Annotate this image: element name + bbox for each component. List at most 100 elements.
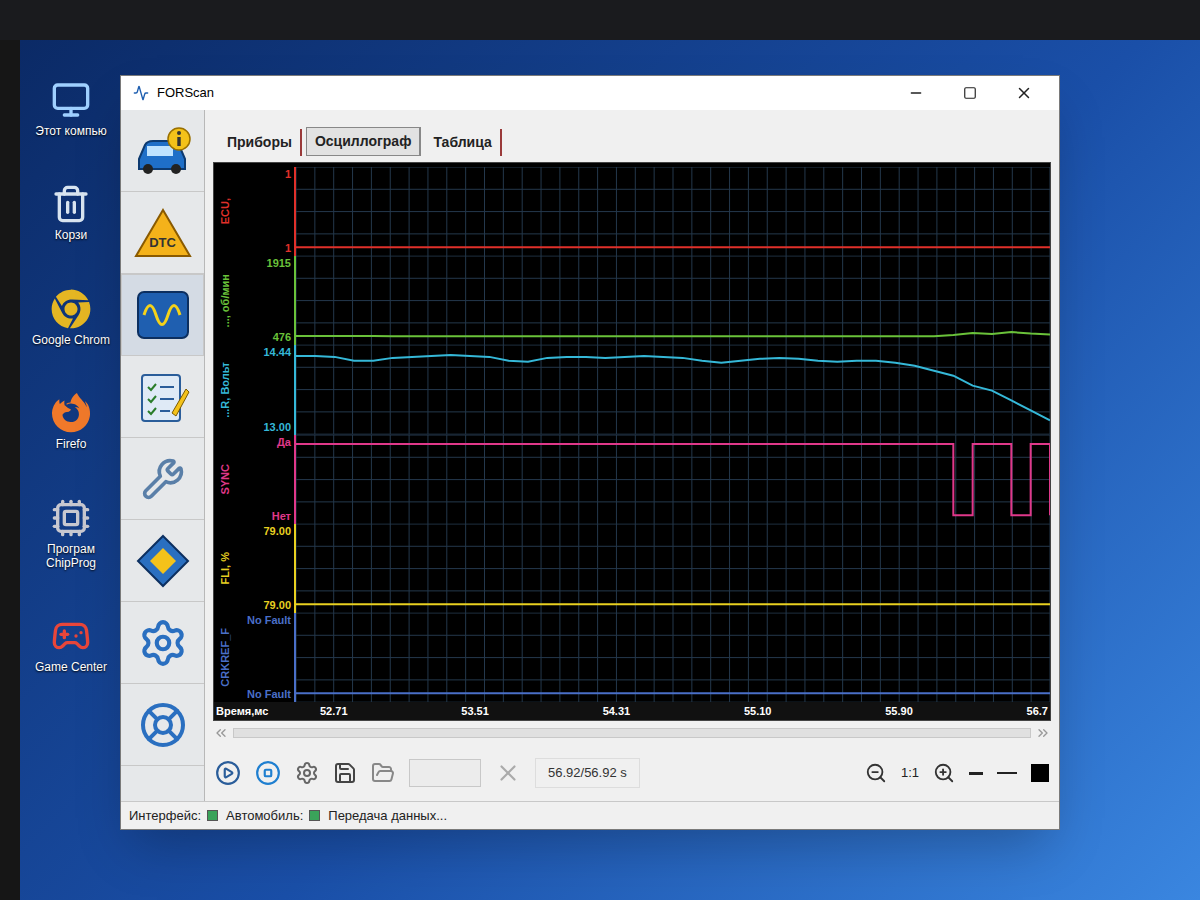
sidebar-item[interactable]	[121, 356, 204, 438]
open-icon[interactable]	[371, 761, 395, 785]
scrollbar[interactable]	[213, 721, 1051, 745]
channel-plot	[296, 167, 1050, 256]
toolbar: 56.92/56.92 s 1:1	[205, 745, 1059, 801]
laptop-bezel	[0, 0, 1200, 40]
desktop-icon-label: Програм ChipProg	[28, 542, 114, 571]
app-icon	[133, 85, 149, 101]
tab[interactable]: Осциллограф	[306, 127, 421, 156]
axis-max-label: 1915	[267, 258, 291, 269]
save-icon[interactable]	[333, 761, 357, 785]
axis-max-label: 14.44	[263, 347, 291, 358]
sidebar-item[interactable]	[121, 520, 204, 602]
desktop-icon[interactable]: Корзи	[26, 180, 116, 246]
channel-name: ECU,	[217, 198, 234, 224]
sidebar-item[interactable]	[121, 602, 204, 684]
close-icon	[1015, 84, 1033, 102]
close-button[interactable]	[1001, 78, 1047, 108]
oscilloscope-icon	[136, 290, 190, 340]
sidebar-item[interactable]	[121, 110, 204, 192]
chart-channel: ...R, Вольт14.4413.00	[214, 345, 1050, 434]
desktop-icon[interactable]: Этот компью	[26, 76, 116, 142]
desktop-icon[interactable]: Google Chrom	[26, 285, 116, 351]
desktop: Этот компью Корзи Google Chrom Firefo Програ…	[20, 40, 1200, 900]
time-tick: 55.10	[744, 703, 772, 720]
status-label: Автомобиль:	[226, 806, 303, 826]
axis-min-label: 1	[285, 243, 291, 254]
axis-max-label: 79.00	[263, 526, 291, 537]
status-label: Интерфейс:	[129, 806, 201, 826]
channel-line	[296, 332, 1050, 336]
tab[interactable]: Таблица	[425, 129, 501, 156]
recycle-bin-icon	[51, 184, 91, 224]
channel-line	[296, 692, 1050, 694]
tab[interactable]: Приборы	[219, 129, 302, 156]
chart-channel: CRKREF_F No Fault No Fault	[214, 613, 1050, 702]
photo-frame: Этот компью Корзи Google Chrom Firefo Програ…	[0, 0, 1200, 900]
channel-plot	[296, 345, 1050, 434]
minimize-button[interactable]	[893, 78, 939, 108]
line-medium-button[interactable]	[997, 772, 1017, 774]
scroll-left-icon[interactable]	[213, 725, 229, 741]
disabled-field	[409, 759, 481, 787]
zoom-out-icon[interactable]	[865, 762, 887, 784]
channel-name: CRKREF_F	[217, 628, 234, 687]
window-title: FORScan	[157, 83, 214, 103]
line-thin-button[interactable]	[969, 772, 983, 775]
desktop-icon-label: Firefo	[28, 437, 114, 451]
status-item: Интерфейс:	[129, 806, 218, 826]
channel-name: SYNC	[217, 464, 234, 495]
time-readout: 56.92/56.92 s	[535, 758, 640, 788]
zoom-reset-button[interactable]: 1:1	[901, 763, 919, 783]
desktop-icon[interactable]: Game Center	[26, 612, 116, 678]
clear-icon[interactable]	[495, 760, 521, 786]
zoom-in-icon[interactable]	[933, 762, 955, 784]
desktop-icon[interactable]: Програм ChipProg	[26, 494, 116, 575]
time-tick: 53.51	[461, 703, 489, 720]
chart-channel: ECU,11	[214, 167, 1050, 256]
desktop-icons: Этот компью Корзи Google Chrom Firefo Програ…	[20, 40, 116, 679]
desktop-icon-label: Google Chrom	[28, 333, 114, 347]
chart-channel: FLI, %79.0079.00	[214, 524, 1050, 613]
scroll-right-icon[interactable]	[1035, 725, 1051, 741]
sidebar-item[interactable]	[121, 274, 204, 356]
vehicle-info-icon	[133, 125, 193, 177]
firefox-icon	[51, 393, 91, 433]
maximize-button[interactable]	[947, 78, 993, 108]
status-indicator	[309, 810, 320, 821]
channel-line	[296, 603, 1050, 605]
desktop-icon-label: Корзи	[28, 228, 114, 242]
channel-plot	[296, 435, 1050, 524]
channel-plot	[296, 524, 1050, 613]
tab-bar: ПриборыОсциллографТаблица	[205, 110, 1059, 162]
play-icon[interactable]	[215, 760, 241, 786]
time-tick: 56.7	[1027, 703, 1048, 720]
forscan-window: FORScanDTCПриборыОсциллографТаблицаECU,1…	[120, 75, 1060, 830]
help-icon	[139, 701, 187, 749]
status-indicator	[207, 810, 218, 821]
desktop-icon[interactable]: Firefo	[26, 389, 116, 455]
time-axis: Время,мс52.7153.5154.3155.1055.9056.7	[214, 702, 1050, 720]
desktop-icon-label: Game Center	[28, 660, 114, 674]
desktop-icon-label: Этот компью	[28, 124, 114, 138]
maximize-icon	[963, 86, 977, 100]
computer-icon	[51, 80, 91, 120]
line-thick-button[interactable]	[1031, 764, 1049, 782]
oscilloscope-chart: ECU,11..., об/мин1915476...R, Вольт14.44…	[213, 162, 1051, 721]
channel-line	[296, 355, 1050, 420]
title-bar: FORScan	[121, 76, 1059, 110]
axis-min-label: 476	[273, 332, 291, 343]
stop-icon[interactable]	[255, 760, 281, 786]
sidebar-item[interactable]: DTC	[121, 192, 204, 274]
sidebar-item[interactable]	[121, 438, 204, 520]
programmer-icon	[51, 498, 91, 538]
axis-min-label: No Fault	[247, 689, 291, 700]
channel-name: ..., об/мин	[217, 274, 234, 327]
dtc-icon: DTC	[133, 207, 193, 259]
axis-max-label: No Fault	[247, 615, 291, 626]
channel-line	[296, 246, 1050, 248]
gear-icon[interactable]	[295, 761, 319, 785]
sidebar-item[interactable]	[121, 684, 204, 766]
time-tick: 54.31	[603, 703, 631, 720]
status-text: Передача данных...	[328, 806, 447, 826]
status-bar: Интерфейс: Автомобиль: Передача данных...	[121, 801, 1059, 829]
